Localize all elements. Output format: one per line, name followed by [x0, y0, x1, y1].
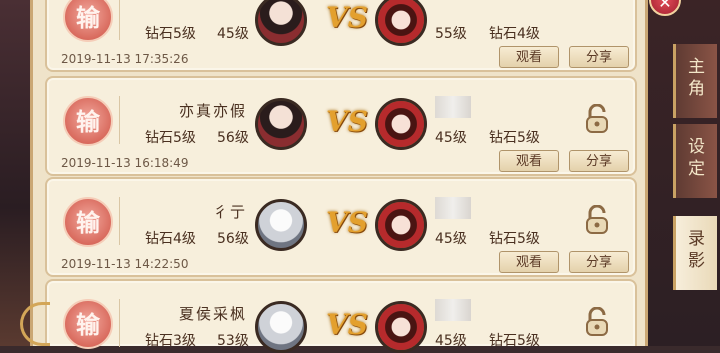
player2-rank: 钻石5级: [489, 231, 540, 247]
player2-rank: 钻石5级: [489, 130, 540, 146]
divider: [119, 197, 120, 245]
close-icon: ✕: [658, 0, 672, 12]
player1-name: 彳亍: [212, 203, 247, 221]
tab-settings[interactable]: 设 定: [673, 124, 717, 198]
record-row: 输 夏侯采枫 钻石3级 53级 VS 45级 钻石5级: [45, 279, 637, 353]
player1-rank: 钻石5级: [145, 26, 196, 42]
vs-icon: VS: [326, 1, 368, 34]
player2-avatar: [375, 0, 427, 46]
player2-avatar: [375, 199, 427, 251]
vs-icon: VS: [326, 206, 368, 239]
player1-level: 56级: [217, 231, 249, 247]
unlock-icon[interactable]: [585, 307, 609, 337]
loss-badge: 输: [63, 96, 113, 146]
player1-avatar: [255, 199, 307, 251]
player2-level: 45级: [435, 130, 467, 146]
player1-avatar: [255, 98, 307, 150]
player1-rank: 钻石3级: [145, 333, 196, 349]
tab-replays[interactable]: 录 影: [673, 216, 717, 290]
share-button[interactable]: 分享: [569, 251, 629, 273]
background-left: [0, 0, 30, 346]
record-row: 输 彳亍 钻石4级 56级 VS 45级 钻石5级 2019-11-13 14:…: [45, 177, 637, 277]
player1-rank: 钻石4级: [145, 231, 196, 247]
record-row: 输 亦真亦假 钻石5级 56级 VS 45级 钻石5级 2019-11-13 1…: [45, 76, 637, 176]
watch-button[interactable]: 观看: [499, 251, 559, 273]
share-button[interactable]: 分享: [569, 150, 629, 172]
loss-badge: 输: [63, 299, 113, 349]
player1-name: 亦真亦假: [178, 102, 247, 120]
record-date: 2019-11-13 17:35:26: [61, 52, 189, 66]
player2-rank: 钻石5级: [489, 333, 540, 349]
loss-badge: 输: [63, 197, 113, 247]
unlock-icon[interactable]: [585, 104, 609, 134]
player1-name: 夏侯采枫: [178, 305, 247, 323]
vs-icon: VS: [326, 308, 368, 341]
tab-protagonist[interactable]: 主 角: [673, 44, 717, 118]
player1-level: 56级: [217, 130, 249, 146]
player2-name-redacted: [435, 197, 471, 219]
divider: [119, 299, 120, 347]
player2-name-redacted: [435, 299, 471, 321]
record-row: 输 钻石5级 45级 VS 55级 钻石4级 2019-11-13 17:35:…: [45, 0, 637, 72]
player2-level: 45级: [435, 333, 467, 349]
player2-avatar: [375, 301, 427, 353]
player1-level: 45级: [217, 26, 249, 42]
player2-name-redacted: [435, 96, 471, 118]
player1-avatar: [255, 0, 307, 46]
loss-badge: 输: [63, 0, 113, 42]
watch-button[interactable]: 观看: [499, 150, 559, 172]
divider: [119, 0, 120, 40]
unlock-icon[interactable]: [585, 205, 609, 235]
watch-button[interactable]: 观看: [499, 46, 559, 68]
record-date: 2019-11-13 14:22:50: [61, 257, 189, 271]
vs-icon: VS: [326, 105, 368, 138]
player2-level: 45级: [435, 231, 467, 247]
share-button[interactable]: 分享: [569, 46, 629, 68]
player2-level: 55级: [435, 26, 467, 42]
player2-avatar: [375, 98, 427, 150]
player1-rank: 钻石5级: [145, 130, 196, 146]
divider: [119, 96, 120, 144]
player1-avatar: [255, 301, 307, 353]
record-date: 2019-11-13 16:18:49: [61, 156, 189, 170]
player1-level: 53级: [217, 333, 249, 349]
player2-rank: 钻石4级: [489, 26, 540, 42]
